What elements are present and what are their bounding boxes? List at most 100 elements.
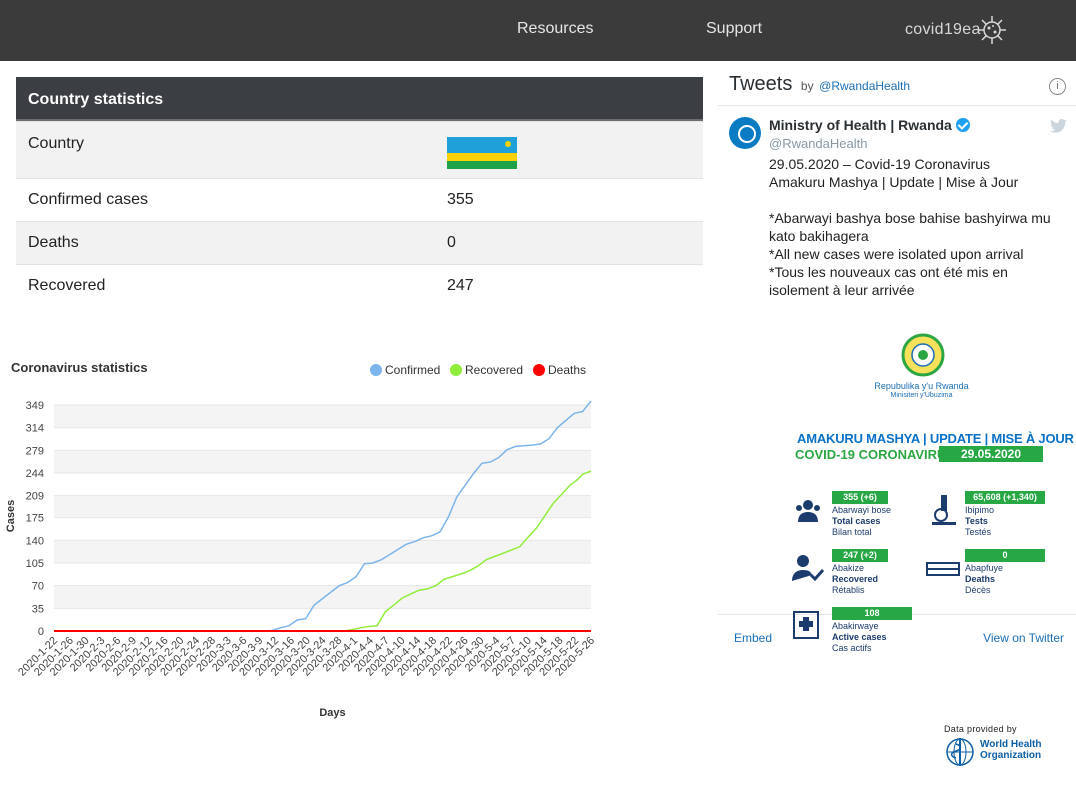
row-value: 247 xyxy=(447,277,474,294)
timeline-by: by xyxy=(800,79,814,93)
table-row-country: Country xyxy=(16,121,703,178)
stat-label: Deaths xyxy=(965,574,996,584)
y-tick-label: 105 xyxy=(26,558,44,570)
legend-dot-confirmed xyxy=(370,364,382,376)
row-label: Country xyxy=(28,135,85,152)
y-tick-label: 314 xyxy=(26,423,44,435)
stat-label: Ibipimo xyxy=(965,505,995,515)
stat-labels-total: Abarwayi bose Total cases Bilan total xyxy=(832,505,891,538)
tweet-author-name: Ministry of Health | Rwanda xyxy=(769,117,952,133)
chart-canvas: 035701051401752092442793143492020-1-2220… xyxy=(5,400,597,719)
tweet-text: 29.05.2020 – Covid-19 Coronavirus Amakur… xyxy=(769,155,1069,299)
row-value: 355 xyxy=(447,191,474,208)
stats-rows: Country Confirmed cases 355 Deaths 0 Rec… xyxy=(16,121,703,307)
grid-band xyxy=(54,585,591,609)
nav-link-resources[interactable]: Resources xyxy=(517,20,593,38)
top-nav: Resources Support covid19ea xyxy=(0,0,1076,61)
stat-label: Active cases xyxy=(832,632,887,642)
stat-label: Abapfuye xyxy=(965,563,1004,573)
stat-value-recovered: 247 (+2) xyxy=(832,549,888,562)
stat-label: Abakirwaye xyxy=(832,621,879,631)
info-icon[interactable]: i xyxy=(1049,78,1066,95)
rwanda-seal-icon xyxy=(901,333,945,377)
y-axis-title: Cases xyxy=(5,500,17,532)
legend-label: Confirmed xyxy=(385,363,441,377)
stat-labels-recovered: Abakize Recovered Rétablis xyxy=(832,563,878,596)
legend-item-deaths[interactable]: Deaths xyxy=(533,363,586,377)
infographic-ministry: Minisiteri y'Ubuzima xyxy=(890,392,953,399)
who-credit[interactable]: Data provided by World Health Organizati… xyxy=(942,724,1062,766)
y-tick-label: 175 xyxy=(26,513,44,525)
y-tick-label: 209 xyxy=(26,491,44,503)
row-label: Deaths xyxy=(28,234,79,251)
tweet-media-infographic[interactable]: Repubulika y'u Rwanda Minisiteri y'Ubuzi… xyxy=(769,331,1074,653)
site-logo[interactable]: covid19ea xyxy=(905,14,1007,46)
tweet-line: *All new cases were isolated upon arriva… xyxy=(769,246,1024,262)
country-flag xyxy=(447,135,517,174)
infographic-heading: AMAKURU MASHYA | UPDATE | MISE À JOUR xyxy=(797,431,1074,446)
stat-value-active: 108 xyxy=(832,607,912,620)
avatar[interactable] xyxy=(729,117,761,149)
who-logo-icon xyxy=(946,738,974,766)
verified-badge-icon xyxy=(955,118,970,132)
who-name-line: World Health xyxy=(980,739,1042,750)
tweet-line: *Abarwayi bashya bose bahise bashyirwa m… xyxy=(769,210,1051,244)
tweet-author-handle[interactable]: @RwandaHealth xyxy=(769,136,867,151)
legend-item-confirmed[interactable]: Confirmed xyxy=(370,363,440,377)
table-row-deaths: Deaths 0 xyxy=(16,221,703,264)
stat-label: Tests xyxy=(965,516,988,526)
microscope-icon xyxy=(932,495,956,525)
y-tick-label: 70 xyxy=(32,581,44,593)
stat-labels-tests: Ibipimo Tests Testés xyxy=(965,505,994,538)
hospital-icon xyxy=(793,611,819,639)
twitter-bird-icon[interactable] xyxy=(1050,119,1067,133)
y-tick-label: 279 xyxy=(26,445,44,457)
who-name-line: Organization xyxy=(980,750,1042,761)
stat-label: Rétablis xyxy=(832,585,865,595)
stat-label: Cas actifs xyxy=(832,643,872,653)
tweet-author[interactable]: Ministry of Health | Rwanda xyxy=(769,117,970,133)
coffin-icon xyxy=(926,562,960,576)
timeline-handle-link[interactable]: @RwandaHealth xyxy=(819,79,910,93)
table-row-confirmed: Confirmed cases 355 xyxy=(16,178,703,221)
tweet-line: Amakuru Mashya | Update | Mise à Jour xyxy=(769,174,1019,190)
site-logo-text: covid19ea xyxy=(905,21,981,38)
people-icon xyxy=(796,500,820,522)
row-label: Confirmed cases xyxy=(28,191,149,208)
embed-link[interactable]: Embed xyxy=(734,631,772,645)
grid-band xyxy=(54,450,591,473)
country-statistics-table: Country statistics Country Confirmed cas… xyxy=(16,77,703,307)
stat-label: Décès xyxy=(965,585,991,595)
data-provided-by-label: Data provided by xyxy=(944,724,1017,734)
infographic-subheading: COVID-19 CORONAVIRUS xyxy=(795,447,956,462)
stat-label: Recovered xyxy=(832,574,879,584)
y-tick-label: 140 xyxy=(26,535,44,547)
stat-value-total: 355 (+6) xyxy=(832,491,888,504)
tweet[interactable]: Ministry of Health | Rwanda @RwandaHealt… xyxy=(718,107,1076,653)
timeline-header: Tweets by @RwandaHealth i xyxy=(718,66,1076,106)
infographic-republic: Repubulika y'u Rwanda xyxy=(874,381,969,391)
country-statistics-title: Country statistics xyxy=(16,77,703,121)
grid-band xyxy=(54,495,591,518)
nav-link-support[interactable]: Support xyxy=(706,20,762,38)
recovered-person-icon xyxy=(792,555,825,582)
stat-label: Bilan total xyxy=(832,527,872,537)
stat-labels-deaths: Abapfuye Deaths Décès xyxy=(965,563,1003,596)
table-row-recovered: Recovered 247 xyxy=(16,264,703,307)
twitter-timeline: Tweets by @RwandaHealth i Ministry of He… xyxy=(718,66,1076,660)
grid-band xyxy=(54,540,591,564)
legend-item-recovered[interactable]: Recovered xyxy=(450,363,523,377)
view-on-twitter-link[interactable]: View on Twitter xyxy=(983,631,1064,645)
y-tick-label: 35 xyxy=(32,603,44,615)
chart-title: Coronavirus statistics xyxy=(11,360,148,375)
stat-label: Total cases xyxy=(832,516,881,526)
stat-value-deaths: 0 xyxy=(965,549,1045,562)
timeline-title: Tweets by @RwandaHealth xyxy=(729,73,910,96)
stat-value-tests: 65,608 (+1,340) xyxy=(965,491,1045,504)
virus-icon xyxy=(977,16,1006,44)
grid-band xyxy=(54,405,591,428)
legend-dot-recovered xyxy=(450,364,462,376)
who-name: World Health Organization xyxy=(980,739,1041,761)
stat-label: Testés xyxy=(965,527,992,537)
tweet-line: 29.05.2020 – Covid-19 Coronavirus xyxy=(769,156,991,172)
